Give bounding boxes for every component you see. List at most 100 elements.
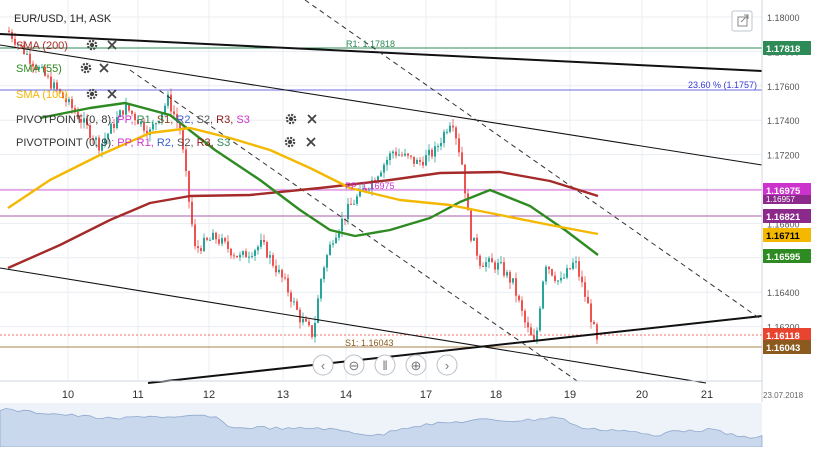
candle-body bbox=[68, 99, 70, 103]
candle-body bbox=[245, 251, 247, 258]
candle-body bbox=[545, 266, 547, 282]
candle-body bbox=[476, 237, 478, 256]
price-tag: 1.16118 bbox=[763, 328, 811, 342]
nav-button-glyph: ‖ bbox=[382, 358, 387, 373]
candle-body bbox=[494, 262, 496, 270]
candle-body bbox=[335, 237, 337, 244]
candle bbox=[470, 209, 472, 243]
candle bbox=[266, 240, 268, 259]
candle-body bbox=[485, 262, 487, 267]
price-tag: 1.16711 bbox=[763, 228, 811, 242]
candle-body bbox=[254, 250, 256, 256]
candle-body bbox=[479, 255, 481, 266]
candle-body bbox=[206, 237, 208, 240]
candle-body bbox=[464, 164, 466, 194]
date-stamp: 23.07.2018 bbox=[763, 391, 804, 400]
candle-body bbox=[524, 310, 526, 323]
pivot-level: S2, bbox=[174, 137, 194, 149]
price-tag-text: 1.16043 bbox=[766, 343, 800, 354]
price-tick: 1.16400 bbox=[767, 288, 800, 298]
pivot-name: PIVOTPOINT (0, 8) bbox=[16, 114, 111, 126]
candle-body bbox=[401, 154, 403, 156]
candle-body bbox=[125, 103, 127, 115]
pivot-level: R3, bbox=[213, 114, 233, 126]
zoom-in-button[interactable]: ⊕ bbox=[405, 354, 427, 376]
candle-body bbox=[227, 241, 229, 249]
scroll-right-button[interactable]: › bbox=[436, 354, 458, 376]
candle-body bbox=[218, 239, 220, 244]
pivot-name: PIVOTPOINT (0, 9) bbox=[16, 137, 111, 149]
candle-body bbox=[437, 146, 439, 148]
pivot-level: R2, bbox=[154, 137, 174, 149]
candle-body bbox=[425, 155, 427, 166]
pp-label: PP: 1.16975 bbox=[345, 181, 395, 191]
candle-body bbox=[305, 318, 307, 322]
price-tick: 1.17600 bbox=[767, 82, 800, 92]
candle-body bbox=[308, 321, 310, 326]
chart-canvas[interactable]: R1: 1.17818 23.60 % (1.1757) PP: 1.16975 S1… bbox=[0, 0, 819, 448]
candle-body bbox=[347, 203, 349, 220]
candle-body bbox=[530, 327, 532, 336]
symbol-label: EUR/USD, 1H, ASK bbox=[14, 13, 112, 25]
zoom-out-button[interactable]: ⊖ bbox=[343, 354, 365, 376]
candle-body bbox=[53, 82, 55, 89]
price-tag-partial: 1.16957 bbox=[763, 195, 811, 204]
candle-body bbox=[563, 277, 565, 279]
candle-body bbox=[164, 105, 166, 113]
date-tick: 17 bbox=[420, 389, 432, 401]
candle-body bbox=[170, 94, 172, 112]
candle-body bbox=[500, 262, 502, 264]
candle-body bbox=[71, 99, 73, 109]
candle-body bbox=[452, 125, 454, 128]
candle-body bbox=[242, 251, 244, 255]
fib-label: 23.60 % (1.1757) bbox=[688, 80, 757, 90]
candle-body bbox=[596, 324, 598, 340]
trading-chart[interactable]: R1: 1.17818 23.60 % (1.1757) PP: 1.16975 S1… bbox=[0, 0, 819, 448]
candle-body bbox=[470, 210, 472, 241]
candle-body bbox=[302, 318, 304, 323]
candle-body bbox=[569, 268, 571, 270]
date-tick: 18 bbox=[490, 389, 502, 401]
candle-body bbox=[212, 232, 214, 240]
candle-body bbox=[185, 149, 187, 172]
candle-body bbox=[272, 255, 274, 266]
price-tick: 1.17400 bbox=[767, 116, 800, 126]
candle-body bbox=[203, 237, 205, 251]
candle-body bbox=[350, 203, 352, 205]
candle-body bbox=[440, 142, 442, 147]
price-tick: 1.17200 bbox=[767, 151, 800, 161]
candle bbox=[551, 268, 553, 277]
candle bbox=[317, 294, 319, 324]
candle-body bbox=[590, 303, 592, 323]
candle-body bbox=[539, 308, 541, 331]
scroll-left-button[interactable]: ‹ bbox=[312, 354, 334, 376]
gear-hub bbox=[89, 91, 95, 97]
price-tag: 1.16043 bbox=[763, 340, 811, 354]
candle-body bbox=[323, 267, 325, 280]
candle-body bbox=[314, 322, 316, 337]
date-tick: 14 bbox=[340, 389, 352, 401]
indicator-label: SMA (55) bbox=[16, 63, 62, 75]
s1-label: S1: 1.16043 bbox=[345, 338, 394, 348]
pause-button[interactable]: ‖ bbox=[374, 354, 396, 376]
price-tag: 1.16821 bbox=[763, 209, 811, 223]
candle-body bbox=[266, 242, 268, 258]
candle-body bbox=[575, 261, 577, 263]
candle-body bbox=[518, 295, 520, 301]
navigator-panel[interactable] bbox=[0, 403, 763, 448]
nav-button-glyph: ⊕ bbox=[411, 358, 422, 373]
candle bbox=[539, 305, 541, 333]
price-tag: 1.16595 bbox=[763, 249, 811, 263]
candle-body bbox=[497, 262, 499, 270]
indicator-label: SMA (100) bbox=[16, 89, 68, 101]
pivot-label: PIVOTPOINT (0, 8): PP, R1, S1, R2, S2, R… bbox=[16, 114, 250, 126]
date-tick: 19 bbox=[564, 389, 576, 401]
gear-hub bbox=[83, 65, 89, 71]
expand-icon[interactable] bbox=[731, 10, 753, 32]
candle-body bbox=[320, 279, 322, 299]
candle-body bbox=[527, 322, 529, 328]
candle-body bbox=[263, 240, 265, 243]
candle-body bbox=[521, 300, 523, 311]
price-tag: 1.17818 bbox=[763, 41, 811, 55]
price-tick: 1.18000 bbox=[767, 13, 800, 23]
